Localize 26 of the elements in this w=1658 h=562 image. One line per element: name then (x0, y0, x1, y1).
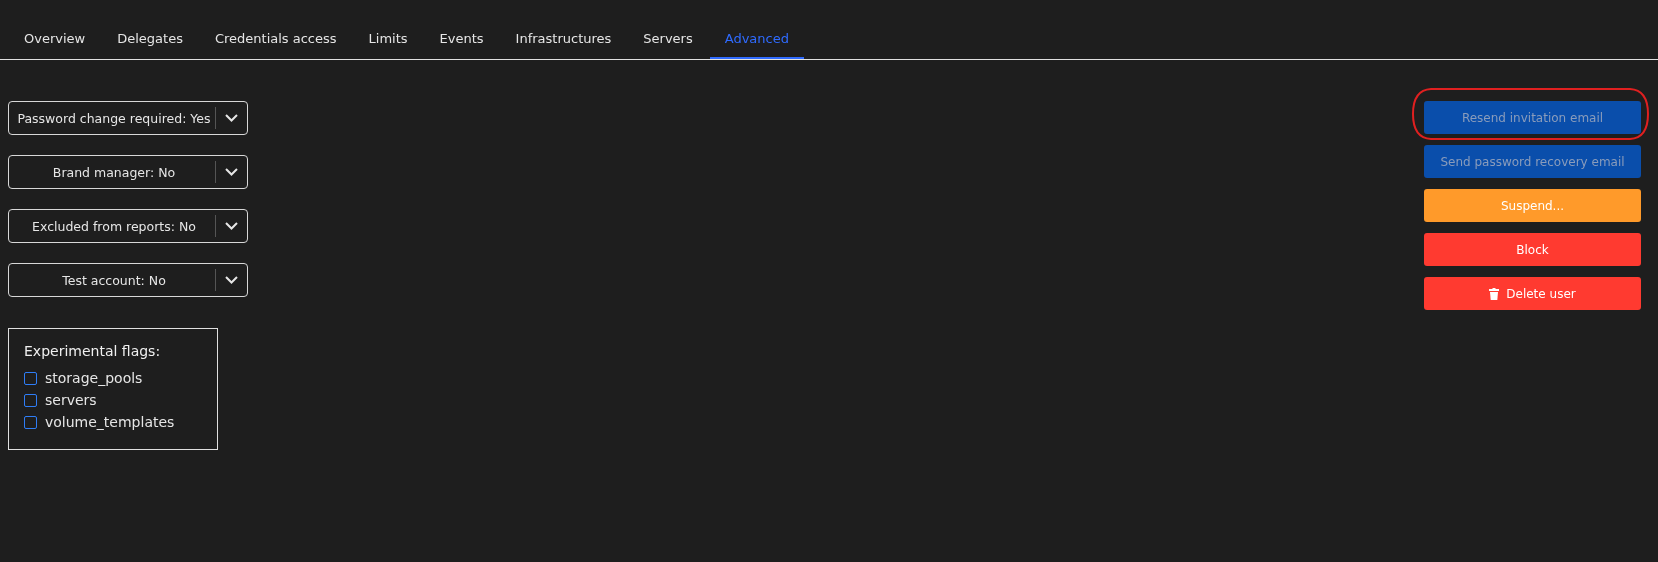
checkbox-label: volume_templates (45, 414, 175, 430)
checkbox[interactable] (24, 393, 37, 407)
dropdown[interactable]: Test account: No (8, 263, 248, 297)
tab[interactable]: Servers (628, 31, 708, 59)
dropdown[interactable]: Excluded from reports: No (8, 209, 248, 243)
tab[interactable]: Infrastructures (500, 31, 627, 59)
tab[interactable]: Overview (9, 31, 101, 59)
trash-icon (1489, 287, 1500, 300)
checkbox[interactable] (24, 371, 37, 385)
chevron-down-icon (225, 222, 238, 230)
tab[interactable]: Credentials access (199, 31, 352, 59)
panel-title: Experimental flags: (24, 343, 162, 359)
checkbox-label: storage_pools (45, 370, 143, 386)
checkbox[interactable] (24, 415, 37, 429)
chevron-down-icon (225, 168, 238, 176)
chevron-down-icon (225, 114, 238, 122)
tab[interactable]: Events (424, 31, 499, 59)
tab[interactable]: Limits (353, 31, 423, 59)
dropdown[interactable]: Password change required: Yes (8, 101, 248, 135)
action-button[interactable]: Block (1424, 233, 1641, 266)
chevron-down-icon (225, 276, 238, 284)
tab[interactable]: Advanced (709, 31, 804, 59)
tab[interactable]: Delegates (102, 31, 198, 59)
action-button[interactable]: Delete user (1424, 277, 1641, 310)
checkbox-label: servers (45, 392, 97, 408)
dropdown[interactable]: Brand manager: No (8, 155, 248, 189)
